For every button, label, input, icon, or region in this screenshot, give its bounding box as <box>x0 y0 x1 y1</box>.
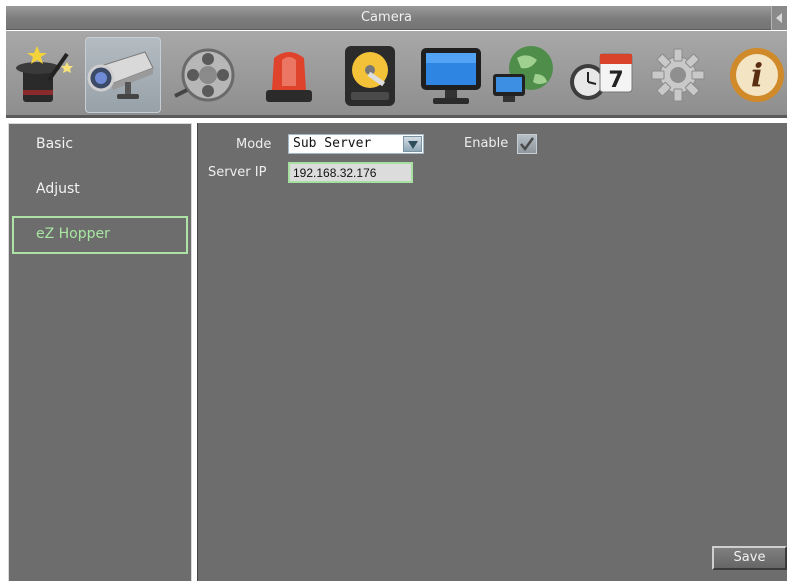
enable-label: Enable <box>464 136 509 151</box>
sidebar-item-ez-hopper[interactable]: eZ Hopper <box>12 216 188 254</box>
sidebar-item-label: Basic <box>36 136 74 152</box>
sidebar-item-label: eZ Hopper <box>36 226 110 242</box>
alarm-siren-icon[interactable] <box>251 37 327 113</box>
icon-toolbar: 7 i <box>6 31 787 118</box>
title-bar: Camera <box>6 6 787 30</box>
sidebar-item-basic[interactable]: Basic <box>12 126 188 164</box>
mode-select-value: Sub Server <box>293 136 372 151</box>
dvr-settings-window: Camera 7 i Basic Adjust eZ Hopper Mode S… <box>0 0 787 581</box>
hard-disk-icon[interactable] <box>332 37 408 113</box>
wizard-hat-icon[interactable] <box>6 37 82 113</box>
sidebar-item-adjust[interactable]: Adjust <box>12 171 188 209</box>
sidebar-item-label: Adjust <box>36 181 80 197</box>
window-title: Camera <box>360 10 413 25</box>
monitor-icon[interactable] <box>413 37 489 113</box>
calendar-day-text: 7 <box>608 68 623 93</box>
info-icon[interactable]: i <box>711 37 787 113</box>
camera-icon[interactable] <box>85 37 161 113</box>
checkmark-icon <box>520 137 535 152</box>
network-globe-icon[interactable] <box>485 37 561 113</box>
save-button[interactable]: Save <box>712 546 787 570</box>
scroll-left-icon[interactable] <box>771 6 787 30</box>
server-ip-label: Server IP <box>208 165 267 180</box>
server-ip-field[interactable]: 192.168.32.176 <box>288 162 413 183</box>
info-glyph: i <box>751 56 763 94</box>
mode-select[interactable]: Sub Server <box>288 134 424 154</box>
enable-checkbox[interactable] <box>517 134 537 154</box>
chevron-down-icon[interactable] <box>403 136 422 152</box>
settings-panel: Mode Sub Server Enable Server IP 192.168… <box>197 123 787 581</box>
sidebar: Basic Adjust eZ Hopper <box>8 123 192 581</box>
film-reel-icon[interactable] <box>168 37 244 113</box>
gear-icon[interactable] <box>640 37 716 113</box>
mode-label: Mode <box>236 137 272 152</box>
clock-calendar-icon[interactable]: 7 <box>564 37 640 113</box>
